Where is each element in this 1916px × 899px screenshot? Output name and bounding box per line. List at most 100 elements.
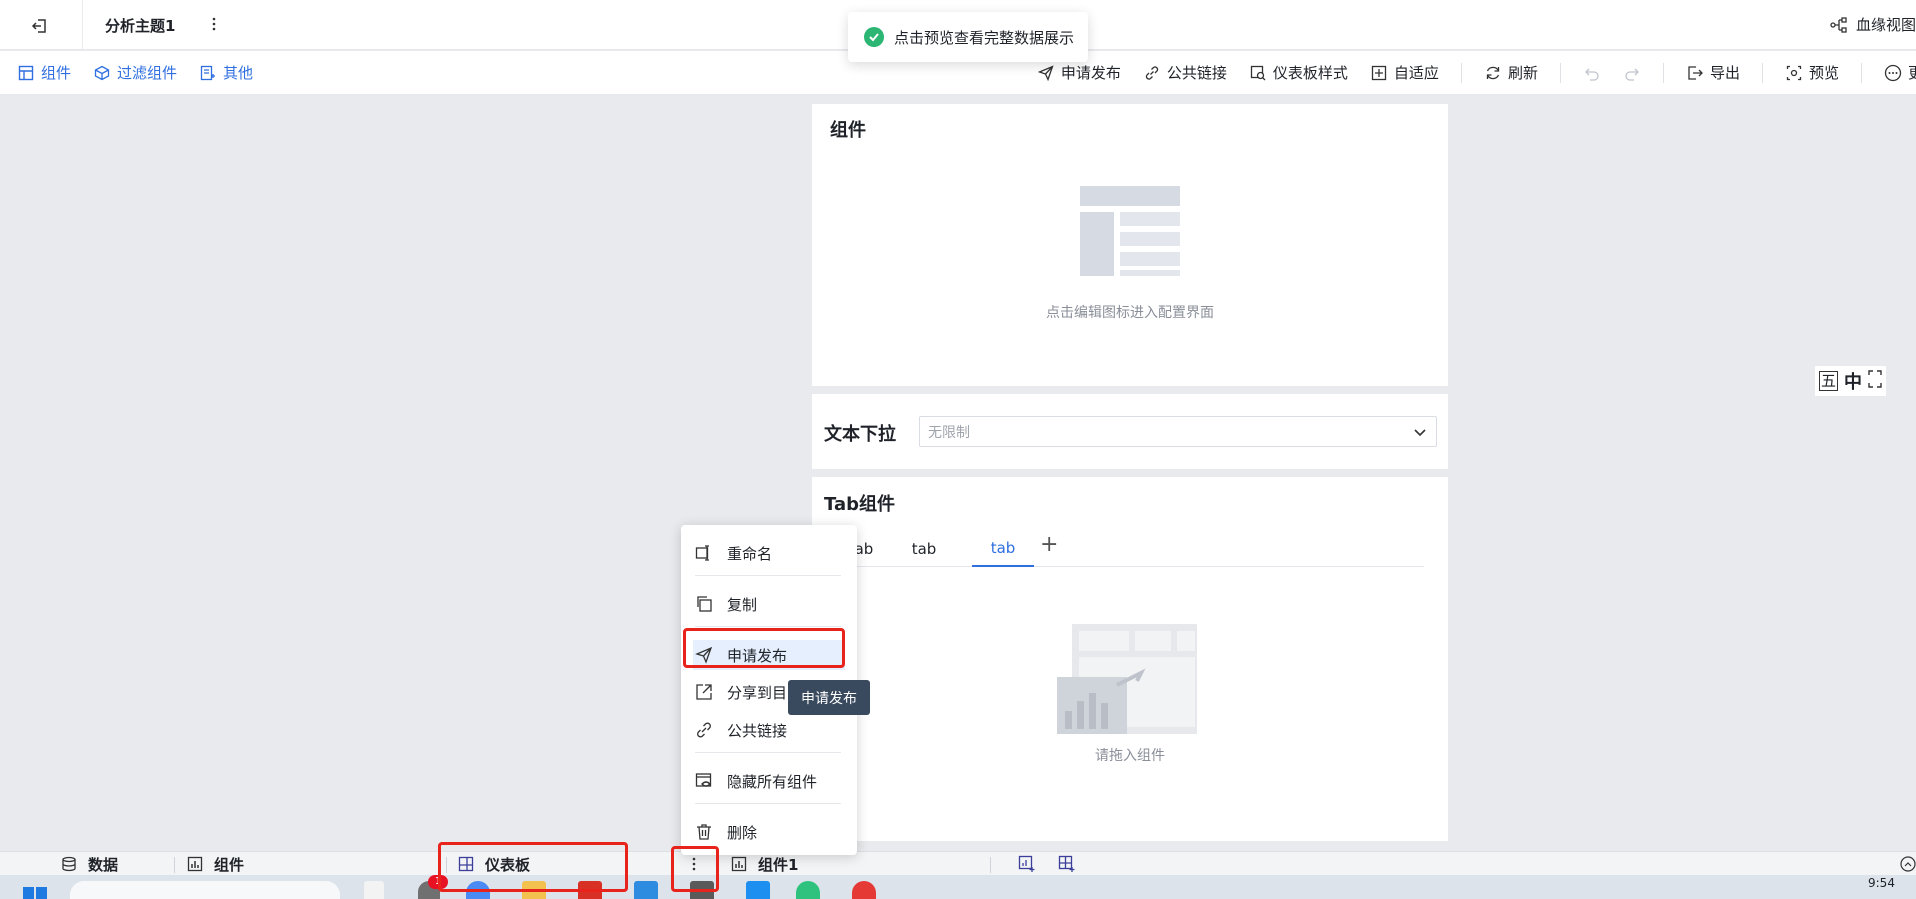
back-icon[interactable] [28, 14, 52, 38]
tab-3[interactable]: tab [972, 531, 1034, 567]
more-icon [1884, 64, 1902, 82]
bottom-tab-component1[interactable]: 组件1 [730, 852, 798, 876]
dashboard-style-icon [1249, 64, 1267, 82]
taskbar-app-icon[interactable] [852, 881, 876, 899]
preview-label: 预览 [1808, 64, 1839, 82]
divider [82, 0, 83, 50]
export-icon [1686, 64, 1704, 82]
lineage-icon [1830, 16, 1848, 34]
lineage-view-button[interactable]: 血缘视图 [1830, 14, 1916, 35]
publish-label: 申请发布 [1060, 64, 1121, 82]
redo-icon[interactable] [1623, 64, 1641, 82]
browser-icon[interactable] [466, 881, 490, 899]
publish-button[interactable]: 申请发布 [1037, 62, 1121, 83]
taskbar-app-icon[interactable] [364, 881, 384, 899]
preview-button[interactable]: 预览 [1785, 62, 1839, 83]
ime-mode-zhong[interactable]: 中 [1844, 368, 1862, 394]
lineage-label: 血缘视图 [1855, 16, 1916, 34]
menu-item-label: 隐藏所有组件 [727, 772, 818, 791]
bottom-tab-data[interactable]: 数据 [60, 852, 118, 876]
menu-item-label: 删除 [727, 823, 758, 842]
adaptive-label: 自适应 [1393, 64, 1439, 82]
refresh-icon [1484, 64, 1502, 82]
menu-item-public-link[interactable]: 公共链接 [693, 715, 845, 745]
taskbar-app-icon[interactable] [690, 881, 714, 899]
tab-2[interactable]: tab [909, 531, 939, 567]
export-button[interactable]: 导出 [1686, 62, 1740, 83]
dashboard-icon [457, 855, 475, 873]
add-component-sheet-button[interactable] [1018, 852, 1036, 876]
send-icon [695, 646, 713, 664]
toolbar-divider [1460, 62, 1462, 83]
text-dropdown-select[interactable]: 无限制 [919, 416, 1437, 447]
menu-item-copy[interactable]: 复制 [693, 589, 845, 619]
share-icon [695, 683, 713, 701]
search-box[interactable] [70, 881, 340, 899]
bottom-divider [174, 857, 175, 873]
bottom-tab-label: 仪表板 [485, 855, 531, 874]
text-dropdown-card[interactable]: 文本下拉 无限制 [812, 394, 1448, 469]
undo-icon[interactable] [1583, 64, 1601, 82]
menu-item-label: 申请发布 [727, 646, 788, 665]
windows-start-icon[interactable] [22, 881, 48, 899]
bottom-tab-label: 组件 [214, 855, 245, 874]
bottom-tab-component[interactable]: 组件 [186, 852, 244, 876]
bottom-tab-menu-button[interactable] [692, 852, 696, 876]
link-icon [1143, 64, 1161, 82]
add-dashboard-sheet-button[interactable] [1058, 852, 1076, 876]
menu-item-delete[interactable]: 删除 [693, 817, 845, 847]
fullscreen-icon[interactable] [1868, 369, 1882, 393]
bottom-divider [718, 857, 719, 873]
select-value: 无限制 [928, 424, 970, 441]
clock-time: 9:54 [1868, 876, 1895, 890]
toast-message: 点击预览查看完整数据展示 [894, 28, 1075, 47]
menu-divider [695, 575, 841, 576]
component-hint: 点击编辑图标进入配置界面 [1046, 305, 1214, 321]
taskbar-app-icon[interactable] [796, 881, 820, 899]
taskbar-app-icon[interactable] [746, 881, 770, 899]
ime-mode-wu[interactable]: 五 [1819, 371, 1839, 391]
toolbar-divider [1860, 62, 1862, 83]
bottom-divider [446, 857, 447, 873]
other-icon [199, 64, 217, 82]
more-button[interactable]: 更多 [1884, 62, 1916, 83]
dashboard-style-button[interactable]: 仪表板样式 [1249, 62, 1348, 83]
file-explorer-icon[interactable] [522, 881, 546, 899]
bottom-tab-label: 组件1 [758, 855, 799, 874]
copy-icon [695, 595, 713, 613]
chart-icon [730, 855, 748, 873]
public-link-button[interactable]: 公共链接 [1143, 62, 1227, 83]
table-placeholder-icon [1080, 186, 1180, 276]
tooltip: 申请发布 [788, 680, 870, 715]
bottom-tab-dashboard[interactable]: 仪表板 [457, 852, 530, 876]
add-component-button[interactable]: 组件 [17, 62, 71, 83]
add-dashboard-icon [1058, 855, 1075, 872]
component-card-title: 组件 [830, 120, 866, 141]
bottom-tab-label: 数据 [88, 855, 119, 874]
more-vertical-icon[interactable] [207, 13, 221, 35]
tab-component-title: Tab组件 [824, 494, 895, 515]
menu-item-hide-all-components[interactable]: 隐藏所有组件 [693, 766, 845, 796]
menu-item-label: 复制 [727, 595, 758, 614]
chevron-down-icon [1414, 429, 1426, 437]
other-label: 其他 [223, 64, 254, 82]
menu-divider [695, 626, 841, 627]
adaptive-button[interactable]: 自适应 [1370, 62, 1439, 83]
tab-component-card[interactable]: Tab组件 tab tab tab + 请拖入组件 [812, 477, 1448, 841]
refresh-button[interactable]: 刷新 [1484, 62, 1538, 83]
add-component-label: 组件 [41, 64, 72, 82]
taskbar-app-icon[interactable] [578, 881, 602, 899]
adaptive-icon [1370, 64, 1388, 82]
add-tab-button[interactable]: + [1040, 533, 1058, 557]
taskbar-app-icon[interactable] [634, 881, 658, 899]
filter-component-button[interactable]: 过滤组件 [93, 62, 177, 83]
collapse-icon[interactable] [1900, 852, 1916, 876]
filter-component-icon [93, 64, 111, 82]
export-label: 导出 [1709, 64, 1740, 82]
menu-item-rename[interactable]: 重命名 [693, 538, 845, 568]
toolbar-divider [1559, 62, 1561, 83]
menu-item-apply-publish[interactable]: 申请发布 [693, 640, 845, 670]
other-button[interactable]: 其他 [199, 62, 253, 83]
chart-icon [186, 855, 204, 873]
component-card[interactable]: 组件 点击编辑图标进入配置界面 [812, 104, 1448, 386]
